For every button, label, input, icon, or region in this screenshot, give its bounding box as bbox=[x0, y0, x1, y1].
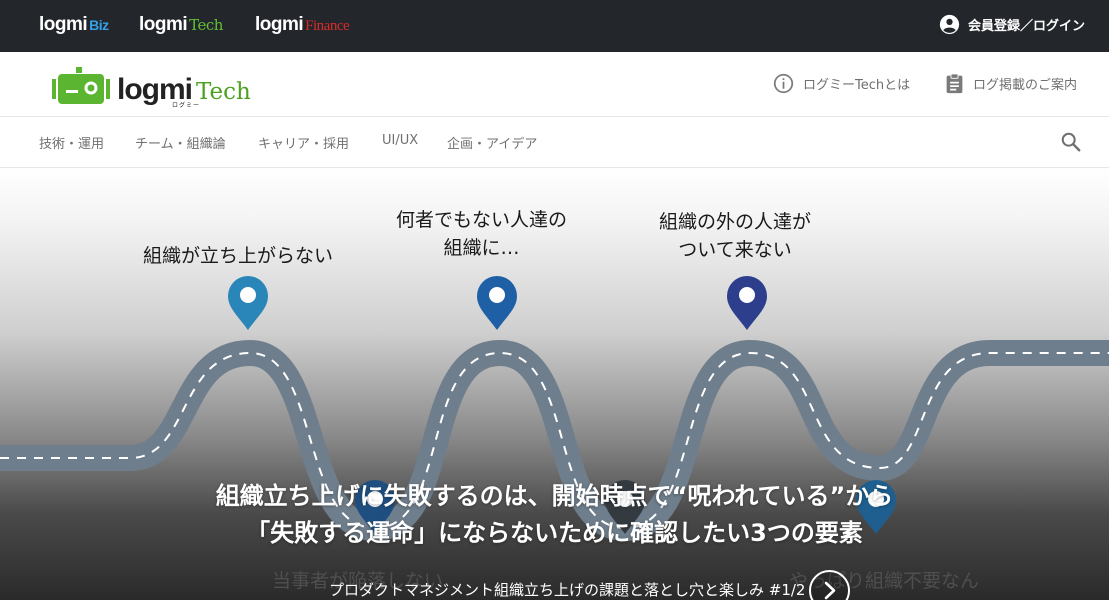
logmi-finance-link[interactable]: logmi Finance bbox=[255, 14, 350, 36]
search-icon[interactable] bbox=[1060, 131, 1082, 153]
nav-item-uiux[interactable]: UI/UX bbox=[382, 133, 418, 148]
brand-sub: Tech bbox=[189, 16, 223, 34]
publish-guide-link[interactable]: ログ掲載のご案内 bbox=[945, 73, 1077, 94]
brand-name: logmi bbox=[255, 14, 304, 35]
about-label: ログミーTechとは bbox=[803, 78, 911, 93]
nav-item-tech-ops[interactable]: 技術・運用 bbox=[39, 133, 104, 152]
logmi-tech-link[interactable]: logmi Tech bbox=[139, 14, 223, 36]
map-pin-icon bbox=[228, 276, 268, 330]
clipboard-icon bbox=[946, 73, 963, 94]
logo-kana: ログミー bbox=[172, 102, 201, 109]
robot-logo-icon bbox=[52, 67, 110, 104]
category-nav: 技術・運用 チーム・組織論 キャリア・採用 UI/UX 企画・アイデア bbox=[0, 117, 1109, 168]
nav-item-planning[interactable]: 企画・アイデア bbox=[447, 133, 537, 152]
title-line-1: 組織立ち上げに失敗するのは、開始時点で“呪われている”から bbox=[215, 482, 894, 510]
site-logo[interactable]: logmi Tech ログミー bbox=[52, 65, 251, 109]
article-title[interactable]: 組織立ち上げに失敗するのは、開始時点で“呪われている”から 「失敗する運命」にな… bbox=[0, 478, 1109, 552]
logo-tech: Tech bbox=[196, 79, 251, 105]
hero-article-banner[interactable]: 組織が立ち上がらない 何者でもない人達の 組織に… 組織の外の人達が ついて来な… bbox=[0, 168, 1109, 600]
brand-name: logmi bbox=[39, 14, 88, 35]
nav-item-career[interactable]: キャリア・採用 bbox=[258, 133, 349, 152]
login-label: 会員登録／ログイン bbox=[967, 19, 1085, 34]
nav-item-team[interactable]: チーム・組織論 bbox=[135, 133, 226, 152]
logmi-biz-link[interactable]: logmi Biz bbox=[39, 14, 109, 36]
caption-1: 組織が立ち上がらない bbox=[143, 245, 334, 267]
about-link[interactable]: ログミーTechとは bbox=[773, 73, 910, 94]
map-pin-icon bbox=[477, 276, 517, 330]
series-label: プロダクトマネジメント組織立ち上げの課題と落とし穴と楽しみ #1/2 bbox=[329, 581, 806, 599]
caption-2: 何者でもない人達の 組織に… bbox=[396, 209, 568, 259]
site-header: logmi Tech ログミー ログミーTechとは ログ掲載のご案内 bbox=[0, 52, 1109, 117]
brand-sub: Biz bbox=[89, 17, 109, 33]
publish-label: ログ掲載のご案内 bbox=[973, 78, 1078, 93]
chevron-right-icon bbox=[824, 581, 836, 600]
map-pin-icon bbox=[727, 276, 767, 330]
network-bar: logmi Biz logmi Tech logmi Finance 会員登録／ログイ… bbox=[0, 0, 1109, 52]
title-line-2: 「失敗する運命」にならないために確認したい3つの要素 bbox=[246, 519, 863, 547]
info-icon bbox=[773, 73, 794, 94]
brand-name: logmi bbox=[139, 14, 188, 35]
brand-sub: Finance bbox=[305, 18, 350, 34]
next-article-button[interactable] bbox=[809, 570, 850, 600]
caption-3: 組織の外の人達が ついて来ない bbox=[659, 211, 812, 261]
login-button[interactable]: 会員登録／ログイン bbox=[939, 14, 1085, 35]
account-icon bbox=[939, 14, 960, 35]
